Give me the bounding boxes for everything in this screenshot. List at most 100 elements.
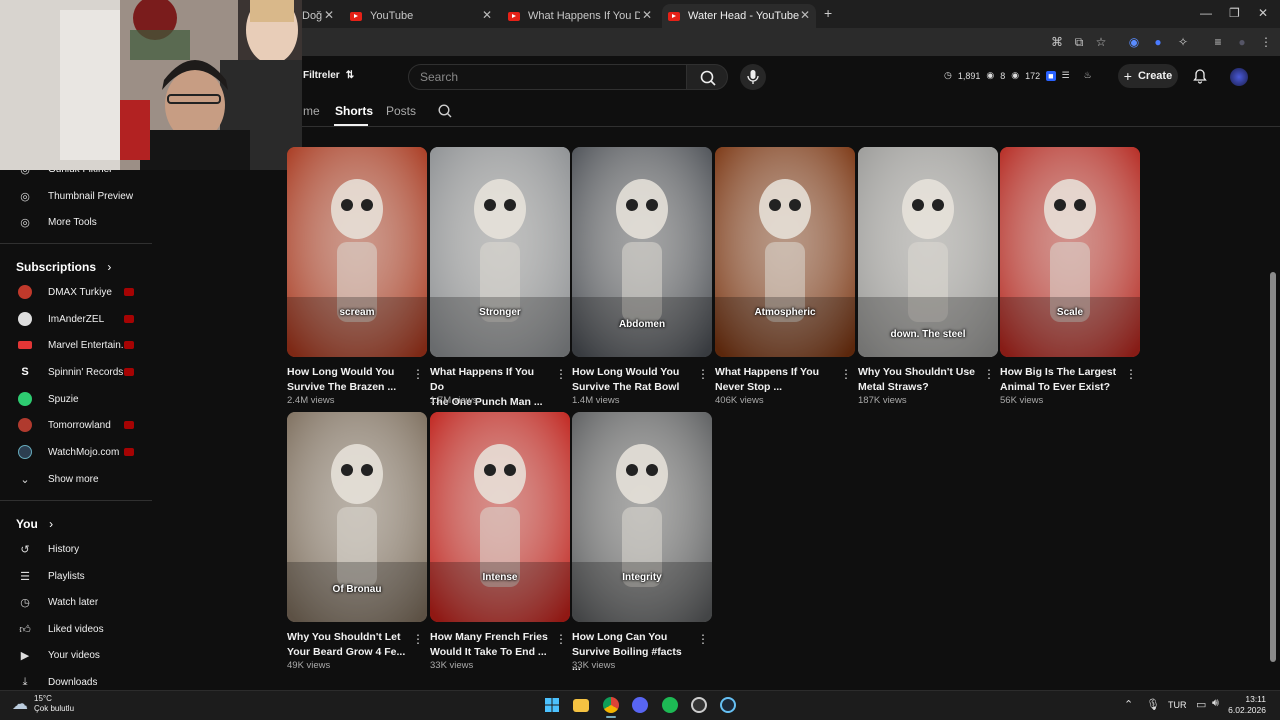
short-thumbnail[interactable]: Scale bbox=[1000, 147, 1140, 357]
sidebar-item-liked-videos[interactable]: 👍︎ Liked videos bbox=[0, 616, 154, 642]
short-thumbnail[interactable]: down. The steel bbox=[858, 147, 998, 357]
translate-icon[interactable]: ⌘ bbox=[1050, 35, 1064, 49]
short-card[interactable]: Atmospheric What Happens If You Never Stop… bbox=[715, 147, 855, 409]
clock[interactable]: 13:11 6.02.2026 bbox=[1228, 694, 1266, 716]
new-tab-icon[interactable]: + bbox=[824, 5, 832, 21]
language-indicator[interactable]: TUR bbox=[1168, 700, 1187, 710]
more-options-icon[interactable]: ⋮ bbox=[555, 367, 567, 381]
network-icon[interactable]: ▭ bbox=[1196, 698, 1206, 711]
short-title[interactable]: How Long Would You Survive The Brazen ... bbox=[287, 365, 407, 395]
more-options-icon[interactable]: ⋮ bbox=[840, 367, 852, 381]
short-card[interactable]: down. The steel Why You Shouldn't Use Meta… bbox=[858, 147, 998, 409]
tab-home[interactable]: me bbox=[303, 104, 320, 118]
bookmark-star-icon[interactable]: ☆ bbox=[1094, 35, 1108, 49]
short-title[interactable]: Why You Shouldn't Let Your Beard Grow 4 F… bbox=[287, 630, 407, 660]
subscription-item[interactable]: DMAX Turkiye bbox=[0, 279, 154, 305]
subscription-item[interactable]: Spuzie bbox=[0, 386, 154, 412]
short-card[interactable]: Stronger What Happens If You Do The One Pu… bbox=[430, 147, 570, 409]
short-title[interactable]: What Happens If You Never Stop ... bbox=[715, 365, 835, 395]
volume-icon[interactable]: 🔊︎ bbox=[1212, 697, 1219, 710]
file-explorer-icon[interactable] bbox=[573, 699, 589, 712]
short-card[interactable]: Abdomen How Long Would You Survive The Rat… bbox=[572, 147, 712, 409]
short-thumbnail[interactable]: Intense bbox=[430, 412, 570, 622]
extension-icon[interactable]: ● bbox=[1151, 35, 1165, 49]
tab-shorts[interactable]: Shorts bbox=[335, 104, 373, 118]
short-title[interactable]: Why You Shouldn't Use Metal Straws? bbox=[858, 365, 978, 395]
more-options-icon[interactable]: ⋮ bbox=[412, 367, 424, 381]
page-scrollbar[interactable] bbox=[1270, 272, 1276, 662]
more-options-icon[interactable]: ⋮ bbox=[983, 367, 995, 381]
short-thumbnail[interactable]: Abdomen bbox=[572, 147, 712, 357]
more-options-icon[interactable]: ⋮ bbox=[697, 632, 709, 646]
channel-search-button[interactable] bbox=[437, 103, 453, 124]
profile-icon[interactable]: ● bbox=[1235, 35, 1249, 49]
discord-icon[interactable] bbox=[632, 697, 648, 713]
tray-chevron-icon[interactable]: ⌃ bbox=[1124, 698, 1133, 711]
flame-icon[interactable]: ♨ bbox=[1084, 70, 1092, 81]
windows-start-icon[interactable] bbox=[544, 697, 560, 713]
more-options-icon[interactable]: ⋮ bbox=[1125, 367, 1137, 381]
subscription-item[interactable]: ImAnderZEL bbox=[0, 306, 154, 332]
browser-tab[interactable]: YouTube ✕ bbox=[344, 4, 498, 28]
chrome-icon[interactable] bbox=[603, 697, 619, 713]
create-button[interactable]: + Create bbox=[1118, 64, 1178, 88]
browser-tab-active[interactable]: Water Head - YouTube ✕ bbox=[662, 4, 816, 28]
close-window-icon[interactable]: ✕ bbox=[1258, 6, 1268, 20]
spotify-icon[interactable] bbox=[662, 697, 678, 713]
short-thumbnail[interactable]: Integrity bbox=[572, 412, 712, 622]
tab-posts[interactable]: Posts bbox=[386, 104, 416, 118]
short-thumbnail[interactable]: scream bbox=[287, 147, 427, 357]
puzzle-icon[interactable]: ✧ bbox=[1176, 35, 1190, 49]
browser-tab[interactable]: Doğ ✕ bbox=[296, 4, 340, 28]
short-title[interactable]: How Big Is The Largest Animal To Ever Exi… bbox=[1000, 365, 1120, 395]
sidebar-item-thumbnail-preview[interactable]: ◎ Thumbnail Preview bbox=[0, 183, 154, 209]
voice-search-button[interactable] bbox=[740, 64, 766, 90]
filter-button[interactable]: Filtreler ⇅ bbox=[303, 70, 354, 81]
close-tab-icon[interactable]: ✕ bbox=[482, 8, 492, 22]
steam-icon[interactable] bbox=[720, 697, 736, 713]
more-options-icon[interactable]: ⋮ bbox=[555, 632, 567, 646]
weather-widget[interactable]: ☁ 15°C Çok bulutlu bbox=[12, 694, 74, 714]
close-tab-icon[interactable]: ✕ bbox=[324, 8, 334, 22]
media-icon[interactable]: ≡ bbox=[1211, 35, 1225, 49]
subscription-item[interactable]: WatchMojo.com bbox=[0, 439, 154, 465]
browser-tab[interactable]: What Happens If You Do The O ✕ bbox=[502, 4, 658, 28]
notifications-button[interactable] bbox=[1192, 68, 1208, 89]
restore-icon[interactable]: ❐ bbox=[1229, 6, 1240, 20]
subscriptions-heading[interactable]: Subscriptions › bbox=[16, 260, 111, 274]
menu-dots-icon[interactable]: ⋮ bbox=[1259, 35, 1273, 49]
short-thumbnail[interactable]: Of Bronau bbox=[287, 412, 427, 622]
sidebar-item-more-tools[interactable]: ◎ More Tools bbox=[0, 209, 154, 235]
more-options-icon[interactable]: ⋮ bbox=[697, 367, 709, 381]
list-icon[interactable]: ☰ bbox=[1062, 70, 1070, 81]
obs-icon[interactable] bbox=[691, 697, 707, 713]
short-card[interactable]: Intense How Many French Fries Would It Tak… bbox=[430, 412, 570, 674]
subscription-item[interactable]: Marvel Entertain... bbox=[0, 332, 154, 358]
more-options-icon[interactable]: ⋮ bbox=[412, 632, 424, 646]
extension-badge-icon[interactable]: ■ bbox=[1046, 70, 1056, 81]
short-title[interactable]: How Long Would You Survive The Rat Bowl bbox=[572, 365, 692, 395]
account-avatar[interactable] bbox=[1230, 68, 1248, 86]
short-card[interactable]: scream How Long Would You Survive The Braz… bbox=[287, 147, 427, 409]
microphone-tray-icon[interactable]: 🎙︎ bbox=[1146, 698, 1160, 711]
short-card[interactable]: Integrity How Long Can You Survive Boiling… bbox=[572, 412, 712, 674]
subscription-item[interactable]: S Spinnin' Records bbox=[0, 359, 154, 385]
subscription-item[interactable]: Tomorrowland bbox=[0, 412, 154, 438]
sidebar-item-history[interactable]: ↺ History bbox=[0, 536, 154, 562]
screenshot-icon[interactable]: ⧉ bbox=[1072, 35, 1086, 49]
short-card[interactable]: Scale How Big Is The Largest Animal To Eve… bbox=[1000, 147, 1140, 409]
sidebar-item-watch-later[interactable]: ◷ Watch later bbox=[0, 589, 154, 615]
short-title[interactable]: How Many French Fries Would It Take To En… bbox=[430, 630, 550, 660]
extension-icon[interactable]: ◉ bbox=[1127, 35, 1141, 49]
short-card[interactable]: Of Bronau Why You Shouldn't Let Your Beard… bbox=[287, 412, 427, 674]
close-tab-icon[interactable]: ✕ bbox=[800, 8, 810, 22]
sidebar-item-your-videos[interactable]: ▶ Your videos bbox=[0, 642, 154, 668]
short-thumbnail[interactable]: Atmospheric bbox=[715, 147, 855, 357]
close-tab-icon[interactable]: ✕ bbox=[642, 8, 652, 22]
minimize-icon[interactable]: — bbox=[1200, 6, 1212, 20]
you-heading[interactable]: You › bbox=[16, 517, 53, 531]
show-more-button[interactable]: ⌄ Show more bbox=[0, 466, 154, 492]
search-button[interactable] bbox=[686, 64, 728, 90]
search-input[interactable]: Search bbox=[408, 64, 688, 90]
sidebar-item-playlists[interactable]: ☰ Playlists bbox=[0, 563, 154, 589]
